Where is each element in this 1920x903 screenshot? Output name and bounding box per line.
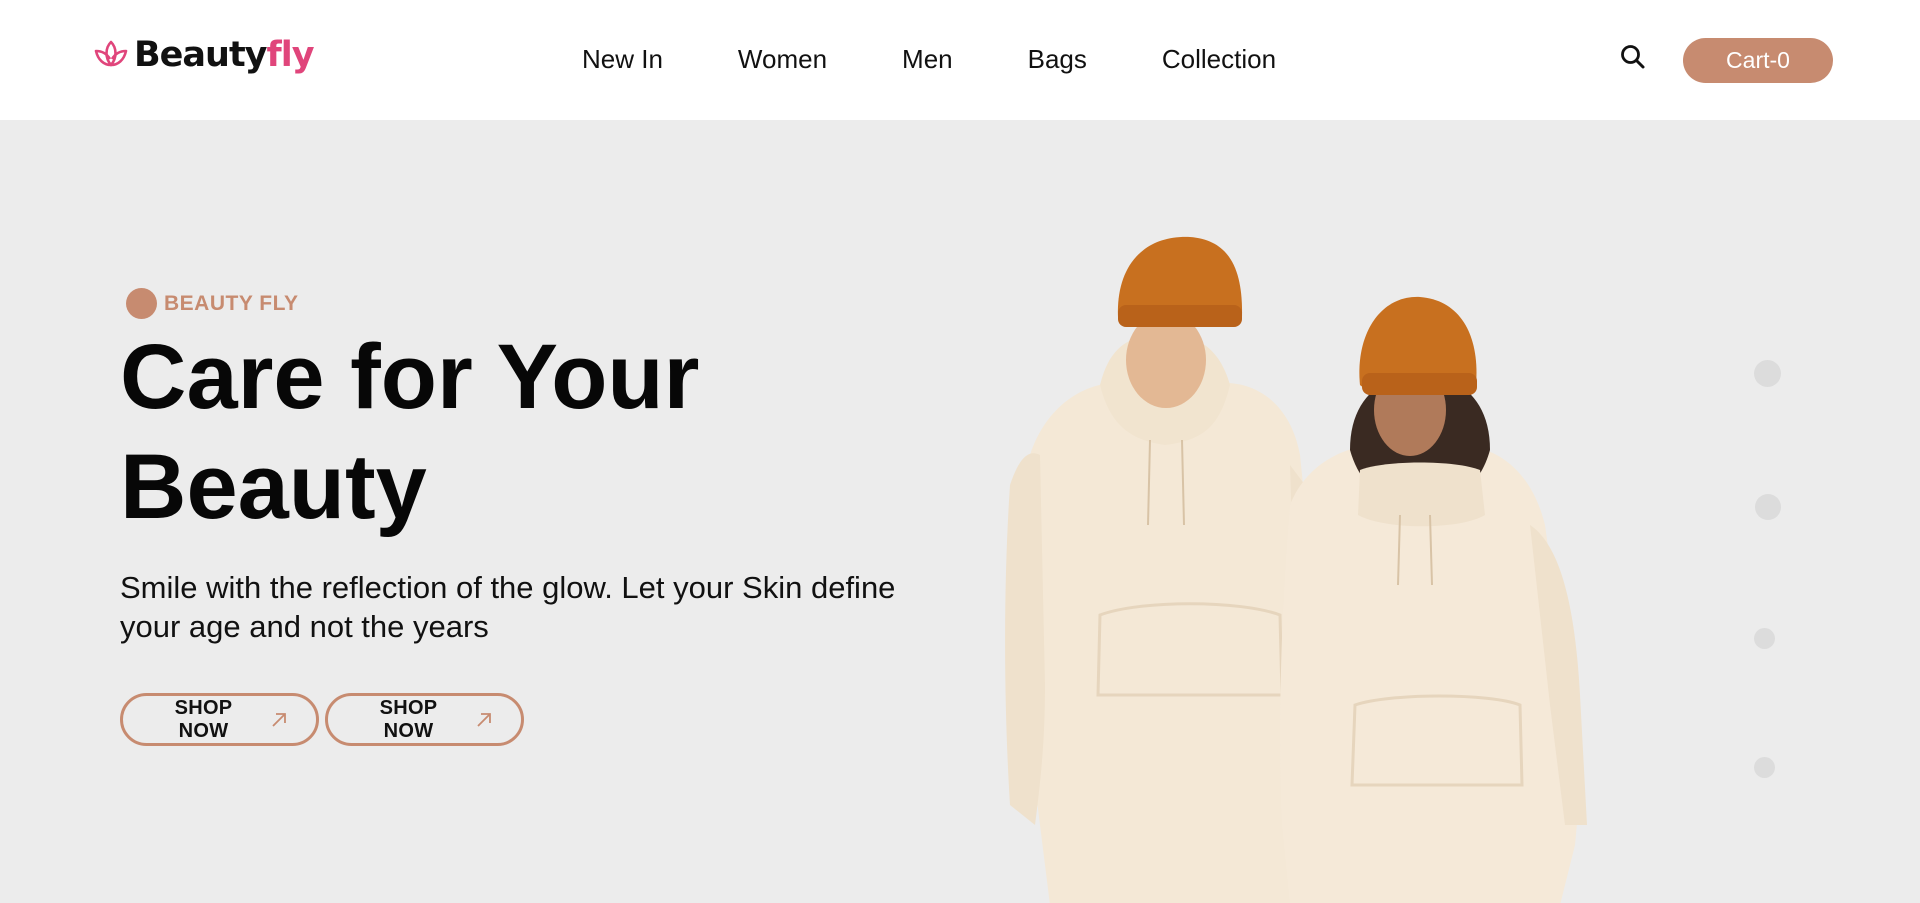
hero-buttons: SHOP NOW SHOP NOW — [120, 693, 530, 746]
nav-item-collection[interactable]: Collection — [1162, 44, 1276, 74]
arrow-up-right-icon — [477, 712, 491, 727]
brand-name-part1: Beauty — [134, 34, 267, 75]
lotus-icon — [94, 40, 128, 67]
slider-dot[interactable] — [1754, 628, 1775, 649]
nav-item-men[interactable]: Men — [902, 44, 953, 74]
shop-now-button[interactable]: SHOP NOW — [120, 693, 319, 746]
search-icon — [1621, 45, 1645, 69]
nav-item-new-in[interactable]: New In — [582, 44, 663, 74]
search-button[interactable] — [1618, 42, 1648, 72]
shop-now-label: SHOP NOW — [379, 696, 438, 742]
hero-title: Care for Your Beauty — [120, 322, 880, 542]
main-nav: New In Women Men Bags Collection — [582, 44, 1276, 74]
slider-dot[interactable] — [1754, 360, 1781, 387]
slider-dot[interactable] — [1754, 757, 1775, 778]
hero-model-image — [1005, 236, 1587, 903]
site-header: Beautyfly New In Women Men Bags Collecti… — [0, 0, 1920, 120]
shop-now-button[interactable]: SHOP NOW — [325, 693, 524, 746]
brand-name: Beautyfly — [134, 34, 315, 75]
eyebrow-dot — [126, 288, 157, 319]
hero-subtitle-line2: your age and not the years — [120, 609, 489, 644]
eyebrow-text: BEAUTY FLY — [164, 291, 299, 315]
hero-title-line2: Beauty — [120, 436, 427, 538]
brand-logo[interactable]: Beautyfly — [92, 32, 315, 78]
nav-item-women[interactable]: Women — [738, 44, 827, 74]
hero-eyebrow: BEAUTY FLY — [126, 288, 299, 319]
brand-name-part2: fly — [266, 34, 315, 75]
hero-title-line1: Care for Your — [120, 326, 700, 428]
hero-subtitle-line1: Smile with the reflection of the glow. L… — [120, 570, 896, 605]
nav-item-bags[interactable]: Bags — [1028, 44, 1087, 74]
shop-now-label: SHOP NOW — [174, 696, 233, 742]
slider-dot[interactable] — [1755, 494, 1781, 520]
cart-button[interactable]: Cart-0 — [1683, 38, 1833, 83]
arrow-up-right-icon — [272, 712, 286, 727]
hero-subtitle: Smile with the reflection of the glow. L… — [120, 568, 960, 646]
